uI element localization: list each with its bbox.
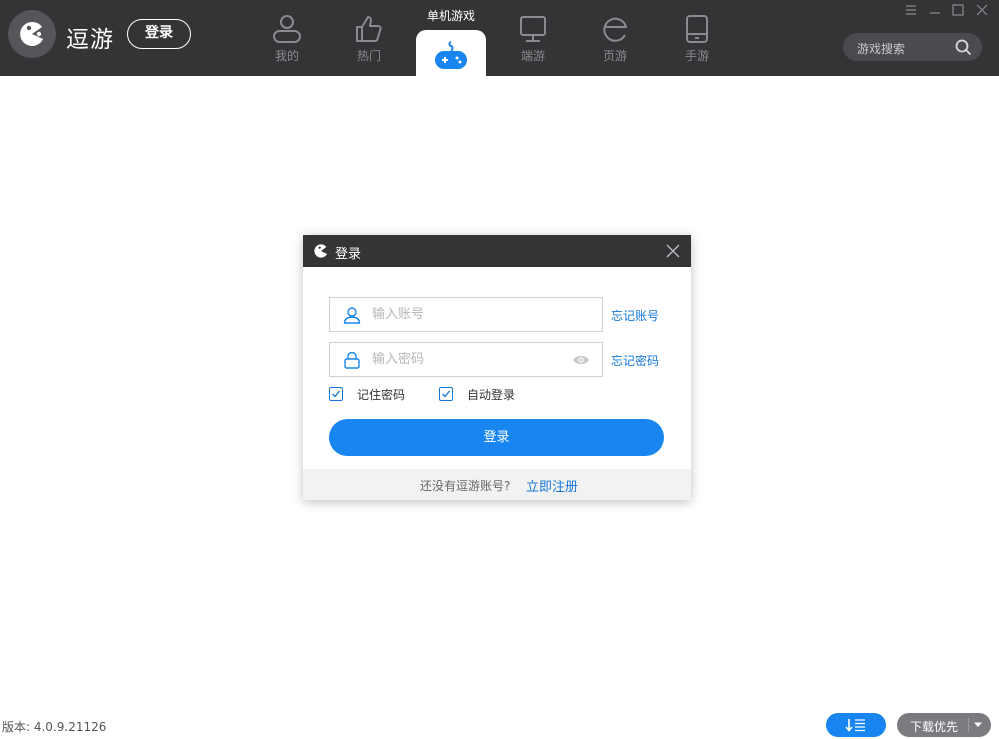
checkmark-icon (332, 390, 341, 398)
menu-icon (906, 5, 916, 15)
app-name: 逗游 (66, 27, 114, 53)
app-logo[interactable] (8, 10, 56, 58)
phone-icon (686, 15, 708, 43)
caret-down-icon[interactable] (973, 722, 983, 728)
close-button[interactable] (974, 2, 990, 18)
nav-item-single-player[interactable] (416, 30, 486, 76)
minimize-icon (930, 12, 940, 14)
monitor-icon (520, 16, 546, 42)
search-placeholder: 游戏搜索 (857, 42, 906, 56)
forgot-password-link[interactable]: 忘记密码 (611, 352, 659, 369)
nav-item-mine[interactable]: 我的 (257, 10, 317, 70)
download-priority-label: 下载优先 (910, 720, 959, 734)
checkbox-box[interactable] (439, 387, 453, 401)
register-link[interactable]: 立即注册 (526, 476, 578, 495)
search-icon[interactable] (955, 39, 972, 56)
remember-password-checkbox[interactable]: 记住密码 (329, 386, 409, 402)
account-input[interactable] (372, 304, 552, 325)
auto-login-label: 自动登录 (467, 388, 516, 402)
nav-item-hot[interactable]: 热门 (339, 10, 399, 70)
download-list-button[interactable] (826, 713, 886, 737)
password-input[interactable] (372, 349, 552, 370)
account-field (329, 297, 603, 332)
nav-label: 我的 (274, 49, 299, 63)
dialog-footer: 还没有逗游账号? 立即注册 (303, 469, 691, 500)
nav-item-mobile-games[interactable]: 手游 (667, 10, 727, 70)
dialog-title: 登录 (335, 247, 362, 262)
nav-label: 端游 (520, 49, 545, 63)
browser-e-icon (603, 17, 628, 42)
minimize-button[interactable] (927, 2, 943, 18)
nav-label: 页游 (602, 49, 627, 63)
maximize-icon (952, 4, 964, 16)
password-field (329, 342, 603, 377)
dropdown-divider (968, 718, 969, 732)
close-icon (976, 4, 988, 16)
nav-label: 热门 (356, 49, 381, 63)
user-icon (273, 15, 301, 43)
nav-item-pc-games[interactable]: 端游 (503, 10, 563, 70)
checkbox-box[interactable] (329, 387, 343, 401)
menu-button[interactable] (903, 2, 919, 18)
no-account-text: 还没有逗游账号? (420, 479, 511, 493)
version-label: 版本: 4.0.9.21126 (2, 720, 107, 734)
game-search-input[interactable]: 游戏搜索 (843, 33, 982, 61)
nav-item-web-games[interactable]: 页游 (585, 10, 645, 70)
pacman-logo-icon (314, 244, 327, 258)
thumbs-up-icon (356, 16, 382, 42)
dialog-header: 登录 (303, 235, 691, 267)
checkmark-icon (442, 390, 451, 398)
maximize-button[interactable] (950, 2, 966, 18)
auto-login-checkbox[interactable]: 自动登录 (439, 386, 519, 402)
gamepad-icon (435, 41, 467, 69)
forgot-account-link[interactable]: 忘记账号 (611, 307, 659, 324)
top-bar: 逗游 登录 我的 热门 单机游戏 端游 页游 手游 游戏搜索 (0, 0, 999, 76)
lock-icon (344, 351, 360, 369)
login-submit-button[interactable]: 登录 (329, 419, 664, 456)
nav-label: 手游 (684, 49, 709, 63)
show-password-eye-icon[interactable] (572, 354, 590, 366)
pacman-logo-icon (20, 21, 43, 46)
remember-password-label: 记住密码 (357, 388, 406, 402)
login-dialog: 登录 忘记账号 忘记密码 记住密码 (303, 235, 691, 500)
nav-label-active: 单机游戏 (426, 9, 475, 23)
top-login-button[interactable]: 登录 (127, 19, 191, 49)
dialog-close-icon[interactable] (666, 244, 680, 258)
download-priority-dropdown[interactable]: 下载优先 (897, 713, 991, 737)
user-icon (343, 307, 361, 324)
download-list-icon (845, 719, 865, 732)
